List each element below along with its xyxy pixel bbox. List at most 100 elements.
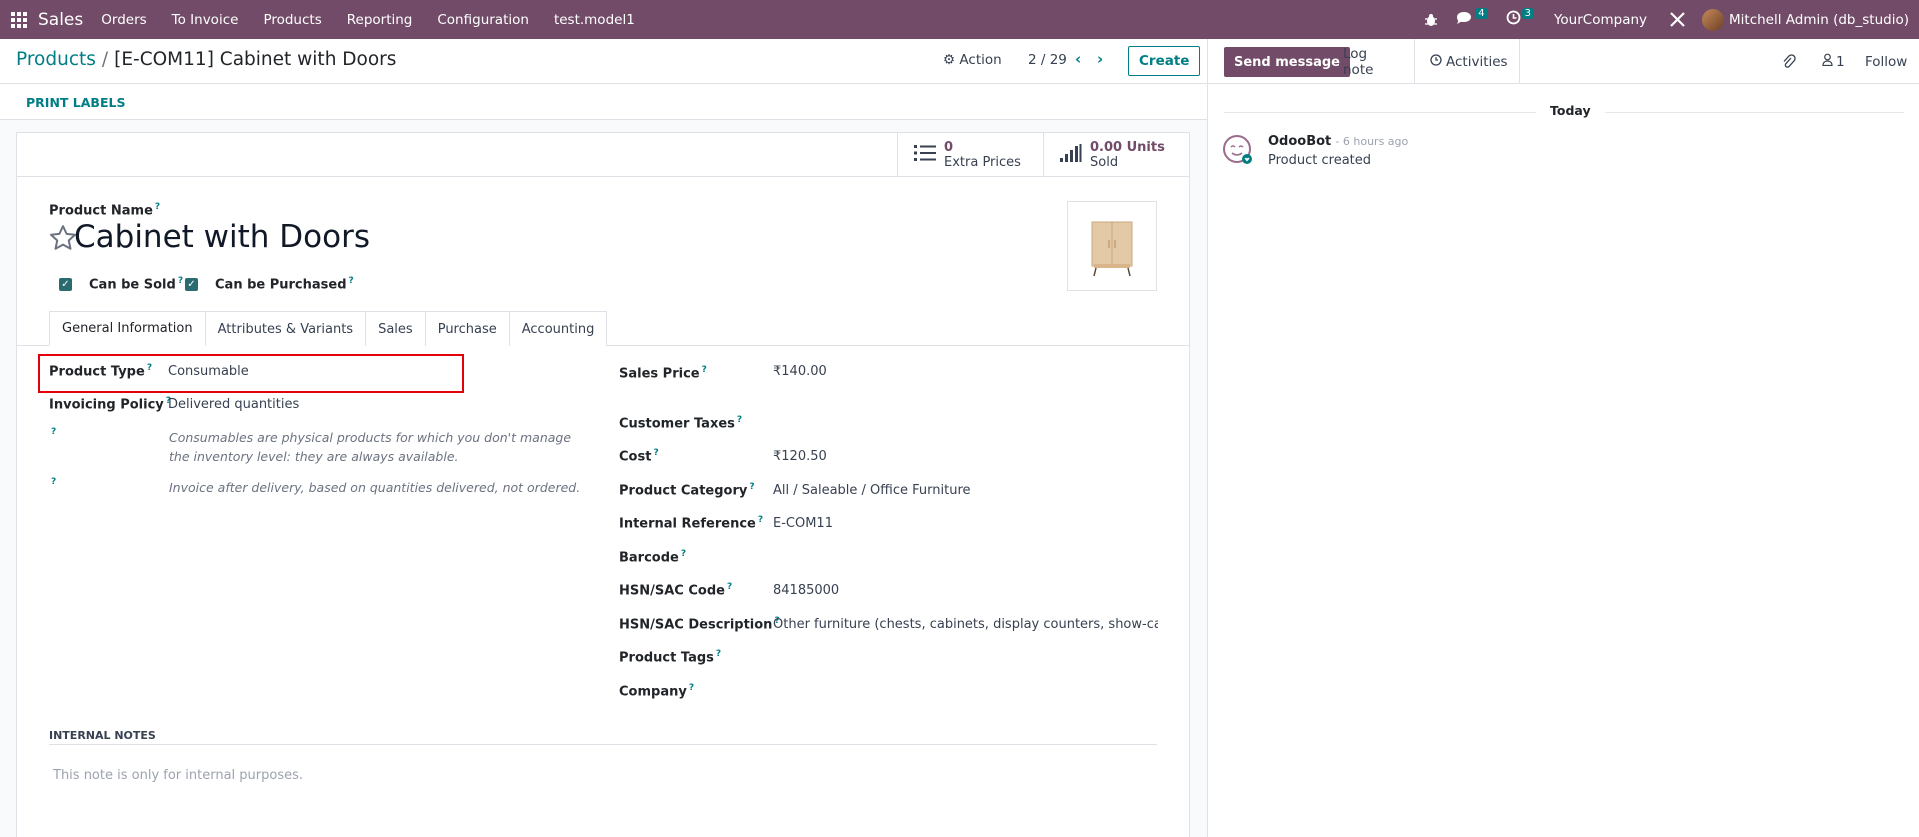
activities-label: Activities — [1446, 53, 1508, 70]
cost-label: Cost? — [619, 448, 659, 465]
chatter-divider-2 — [1519, 39, 1520, 84]
app-name[interactable]: Sales — [38, 10, 83, 30]
menu-products[interactable]: Products — [263, 12, 321, 28]
can-be-sold-checkbox[interactable]: ✓ — [59, 278, 72, 291]
send-message-button[interactable]: Send message — [1224, 47, 1350, 77]
invoicing-policy-label: Invoicing Policy? — [49, 396, 171, 413]
invoicing-policy-field[interactable]: Delivered quantities — [168, 397, 299, 412]
activities-chatter-button[interactable]: Activities — [1430, 39, 1508, 84]
paperclip-icon[interactable] — [1782, 39, 1796, 84]
follow-button[interactable]: Follow — [1865, 39, 1907, 84]
apps-menu-icon[interactable] — [0, 0, 38, 39]
chatter-divider — [1414, 39, 1415, 84]
product-category-label: Product Category? — [619, 482, 755, 499]
signal-bars-icon — [1060, 144, 1082, 166]
internal-notes-label: INTERNAL NOTES — [49, 729, 156, 742]
hsn-code-field[interactable]: 84185000 — [773, 583, 839, 598]
product-category-field[interactable]: All / Saleable / Office Furniture — [773, 483, 971, 498]
debug-bug-icon[interactable] — [1424, 13, 1438, 27]
followers-button[interactable]: 1 — [1822, 39, 1845, 84]
tab-purchase[interactable]: Purchase — [425, 311, 510, 346]
can-be-purchased-checkbox[interactable]: ✓ — [185, 278, 198, 291]
internal-notes-field[interactable]: This note is only for internal purposes. — [53, 768, 303, 783]
log-note-button[interactable]: Log note — [1343, 39, 1401, 84]
pager-value[interactable]: 2 / 29 — [1028, 52, 1067, 68]
action-button[interactable]: ⚙ Action — [943, 52, 1002, 68]
product-image[interactable] — [1067, 201, 1157, 291]
activities-button[interactable]: 3 — [1506, 8, 1534, 29]
sales-price-field[interactable]: ₹140.00 — [773, 364, 827, 379]
gear-icon: ⚙ — [943, 52, 956, 68]
sold-value: 0.00 Units — [1090, 140, 1165, 155]
breadcrumb: Products / [E-COM11] Cabinet with Doors — [16, 49, 396, 70]
print-labels-button[interactable]: PRINT LABELS — [26, 95, 125, 110]
menu-orders[interactable]: Orders — [101, 12, 146, 28]
chat-bubble-icon — [1456, 11, 1474, 29]
help-invoice-text: Invoice after delivery, based on quantit… — [169, 480, 581, 495]
clock-icon — [1430, 53, 1442, 70]
tab-sales[interactable]: Sales — [366, 311, 426, 346]
internal-reference-label: Internal Reference? — [619, 515, 764, 532]
cost-field[interactable]: ₹120.50 — [773, 449, 827, 464]
message-header: OdooBot - 6 hours ago — [1268, 134, 1408, 149]
menu-test-model1[interactable]: test.model1 — [554, 12, 635, 28]
tab-accounting[interactable]: Accounting — [509, 311, 608, 346]
sold-button[interactable]: 0.00 Units Sold — [1043, 133, 1189, 177]
barcode-field[interactable] — [773, 549, 1153, 565]
odoobot-avatar — [1222, 134, 1254, 170]
breadcrumb-products-link[interactable]: Products — [16, 49, 96, 70]
company-label: Company? — [619, 683, 695, 700]
barcode-label: Barcode? — [619, 549, 687, 566]
chatter-panel: Send message Log note Activities 1 Follo… — [1207, 39, 1919, 837]
tab-attributes-variants[interactable]: Attributes & Variants — [205, 311, 367, 346]
studio-tools-icon[interactable] — [1669, 11, 1686, 28]
product-name-field[interactable]: Cabinet with Doors — [74, 219, 370, 255]
form-tabs: General Information Attributes & Variant… — [49, 311, 608, 346]
tab-general-information[interactable]: General Information — [49, 311, 206, 346]
can-be-sold-label: Can be Sold? — [89, 276, 184, 293]
extra-prices-count: 0 — [944, 140, 954, 155]
clock-icon — [1506, 10, 1521, 29]
date-separator: Today — [1536, 103, 1605, 118]
user-menu[interactable]: Mitchell Admin (db_studio) — [1702, 8, 1909, 31]
sold-label: Sold — [1090, 155, 1119, 170]
user-name: Mitchell Admin (db_studio) — [1729, 11, 1909, 28]
product-name-label: Product Name? — [49, 202, 161, 219]
hsn-description-field[interactable]: Other furniture (chests, cabinets, displ… — [773, 617, 1158, 632]
internal-notes-divider — [49, 744, 1157, 745]
sales-price-label: Sales Price? — [619, 365, 707, 382]
product-type-label: Product Type? — [49, 363, 153, 380]
menu-to-invoice[interactable]: To Invoice — [172, 12, 239, 28]
message-time: - 6 hours ago — [1335, 135, 1409, 148]
product-tags-field[interactable] — [773, 649, 1153, 665]
messages-button[interactable]: 4 — [1456, 8, 1488, 29]
product-tags-label: Product Tags? — [619, 649, 722, 666]
action-bar: PRINT LABELS — [0, 84, 1207, 120]
pager-prev-icon[interactable]: ‹ — [1075, 50, 1081, 68]
pager-next-icon[interactable]: › — [1097, 50, 1103, 68]
message-body: Product created — [1268, 153, 1372, 168]
help-marker-consumable: ? — [51, 427, 57, 437]
activities-badge: 3 — [1521, 8, 1534, 19]
breadcrumb-current: [E-COM11] Cabinet with Doors — [114, 49, 397, 70]
extra-prices-label: Extra Prices — [944, 155, 1021, 170]
user-icon — [1822, 53, 1833, 70]
hsn-code-label: HSN/SAC Code? — [619, 582, 733, 599]
smart-button-box: 0 Extra Prices 0.00 Units Sold — [17, 133, 1189, 177]
messages-badge: 4 — [1475, 8, 1488, 19]
company-switcher[interactable]: YourCompany — [1554, 12, 1647, 28]
breadcrumb-separator: / — [101, 49, 109, 70]
company-field[interactable] — [773, 683, 1153, 699]
message-author[interactable]: OdooBot — [1268, 134, 1331, 149]
list-icon — [914, 144, 936, 166]
product-type-field[interactable]: Consumable — [168, 364, 249, 379]
customer-taxes-label: Customer Taxes? — [619, 415, 743, 432]
menu-configuration[interactable]: Configuration — [437, 12, 529, 28]
extra-prices-button[interactable]: 0 Extra Prices — [897, 133, 1043, 177]
control-panel: Products / [E-COM11] Cabinet with Doors ⚙ … — [0, 39, 1207, 84]
help-consumable-text: Consumables are physical products for wh… — [169, 430, 572, 464]
internal-reference-field[interactable]: E-COM11 — [773, 516, 833, 531]
customer-taxes-field[interactable] — [773, 415, 1153, 431]
menu-reporting[interactable]: Reporting — [347, 12, 413, 28]
create-button[interactable]: Create — [1128, 46, 1201, 76]
